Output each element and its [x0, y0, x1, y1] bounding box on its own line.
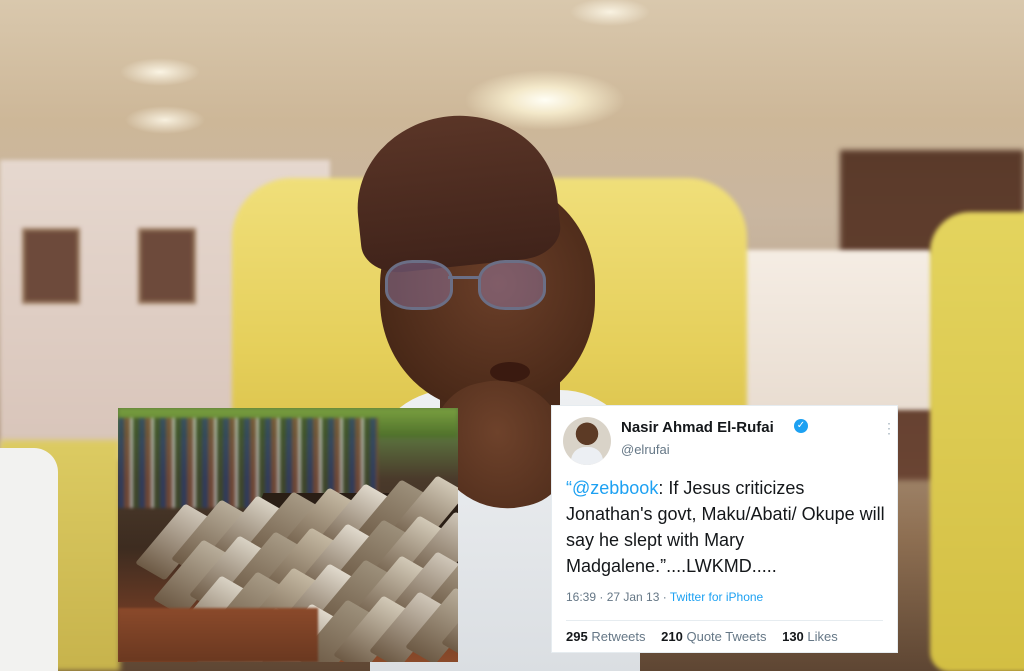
quotes-label: Quote Tweets [686, 629, 767, 644]
tweet-author-handle[interactable]: @elrufai [621, 442, 670, 457]
avatar[interactable] [563, 417, 611, 465]
tweet-text: “@zebbook: If Jesus criticizes Jonathan'… [566, 475, 891, 579]
avatar-shirt [571, 447, 603, 465]
likes-count: 130 [782, 629, 804, 644]
person-shoulder [0, 448, 58, 671]
lamp-shade [735, 250, 935, 410]
soil-mound [118, 608, 318, 662]
quotes-count: 210 [661, 629, 683, 644]
quotes-stat[interactable]: 210 Quote Tweets [661, 629, 766, 644]
cap [348, 105, 564, 277]
retweets-stat[interactable]: 295 Retweets [566, 629, 646, 644]
tweet-time[interactable]: 16:39 · 27 Jan 13 · [566, 590, 670, 604]
wall-frame [22, 228, 80, 304]
yellow-chair-right [930, 212, 1024, 671]
likes-stat[interactable]: 130 Likes [782, 629, 838, 644]
glasses-lens-left [385, 260, 453, 310]
retweets-count: 295 [566, 629, 588, 644]
coffins-photo [118, 408, 458, 662]
mouth [490, 362, 530, 382]
retweets-label: Retweets [591, 629, 646, 644]
tweet-stats: 295 Retweets 210 Quote Tweets 130 Likes [566, 629, 838, 644]
tweet-timestamp: 16:39 · 27 Jan 13 · Twitter for iPhone [566, 590, 763, 604]
tweet-mention[interactable]: “@zebbook [566, 478, 658, 498]
tweet-source[interactable]: Twitter for iPhone [670, 590, 763, 604]
tweet-card[interactable]: Nasir Ahmad El-Rufai ✓ @elrufai ⋮ “@zebb… [552, 406, 897, 652]
tweet-author-name[interactable]: Nasir Ahmad El-Rufai [621, 419, 774, 436]
wall-frame [138, 228, 196, 304]
divider [566, 620, 883, 621]
glasses-lens-right [478, 260, 546, 310]
glasses-bridge [448, 276, 480, 279]
verified-badge-icon: ✓ [794, 419, 808, 433]
likes-label: Likes [807, 629, 838, 644]
more-vertical-icon[interactable]: ⋮ [882, 420, 896, 437]
